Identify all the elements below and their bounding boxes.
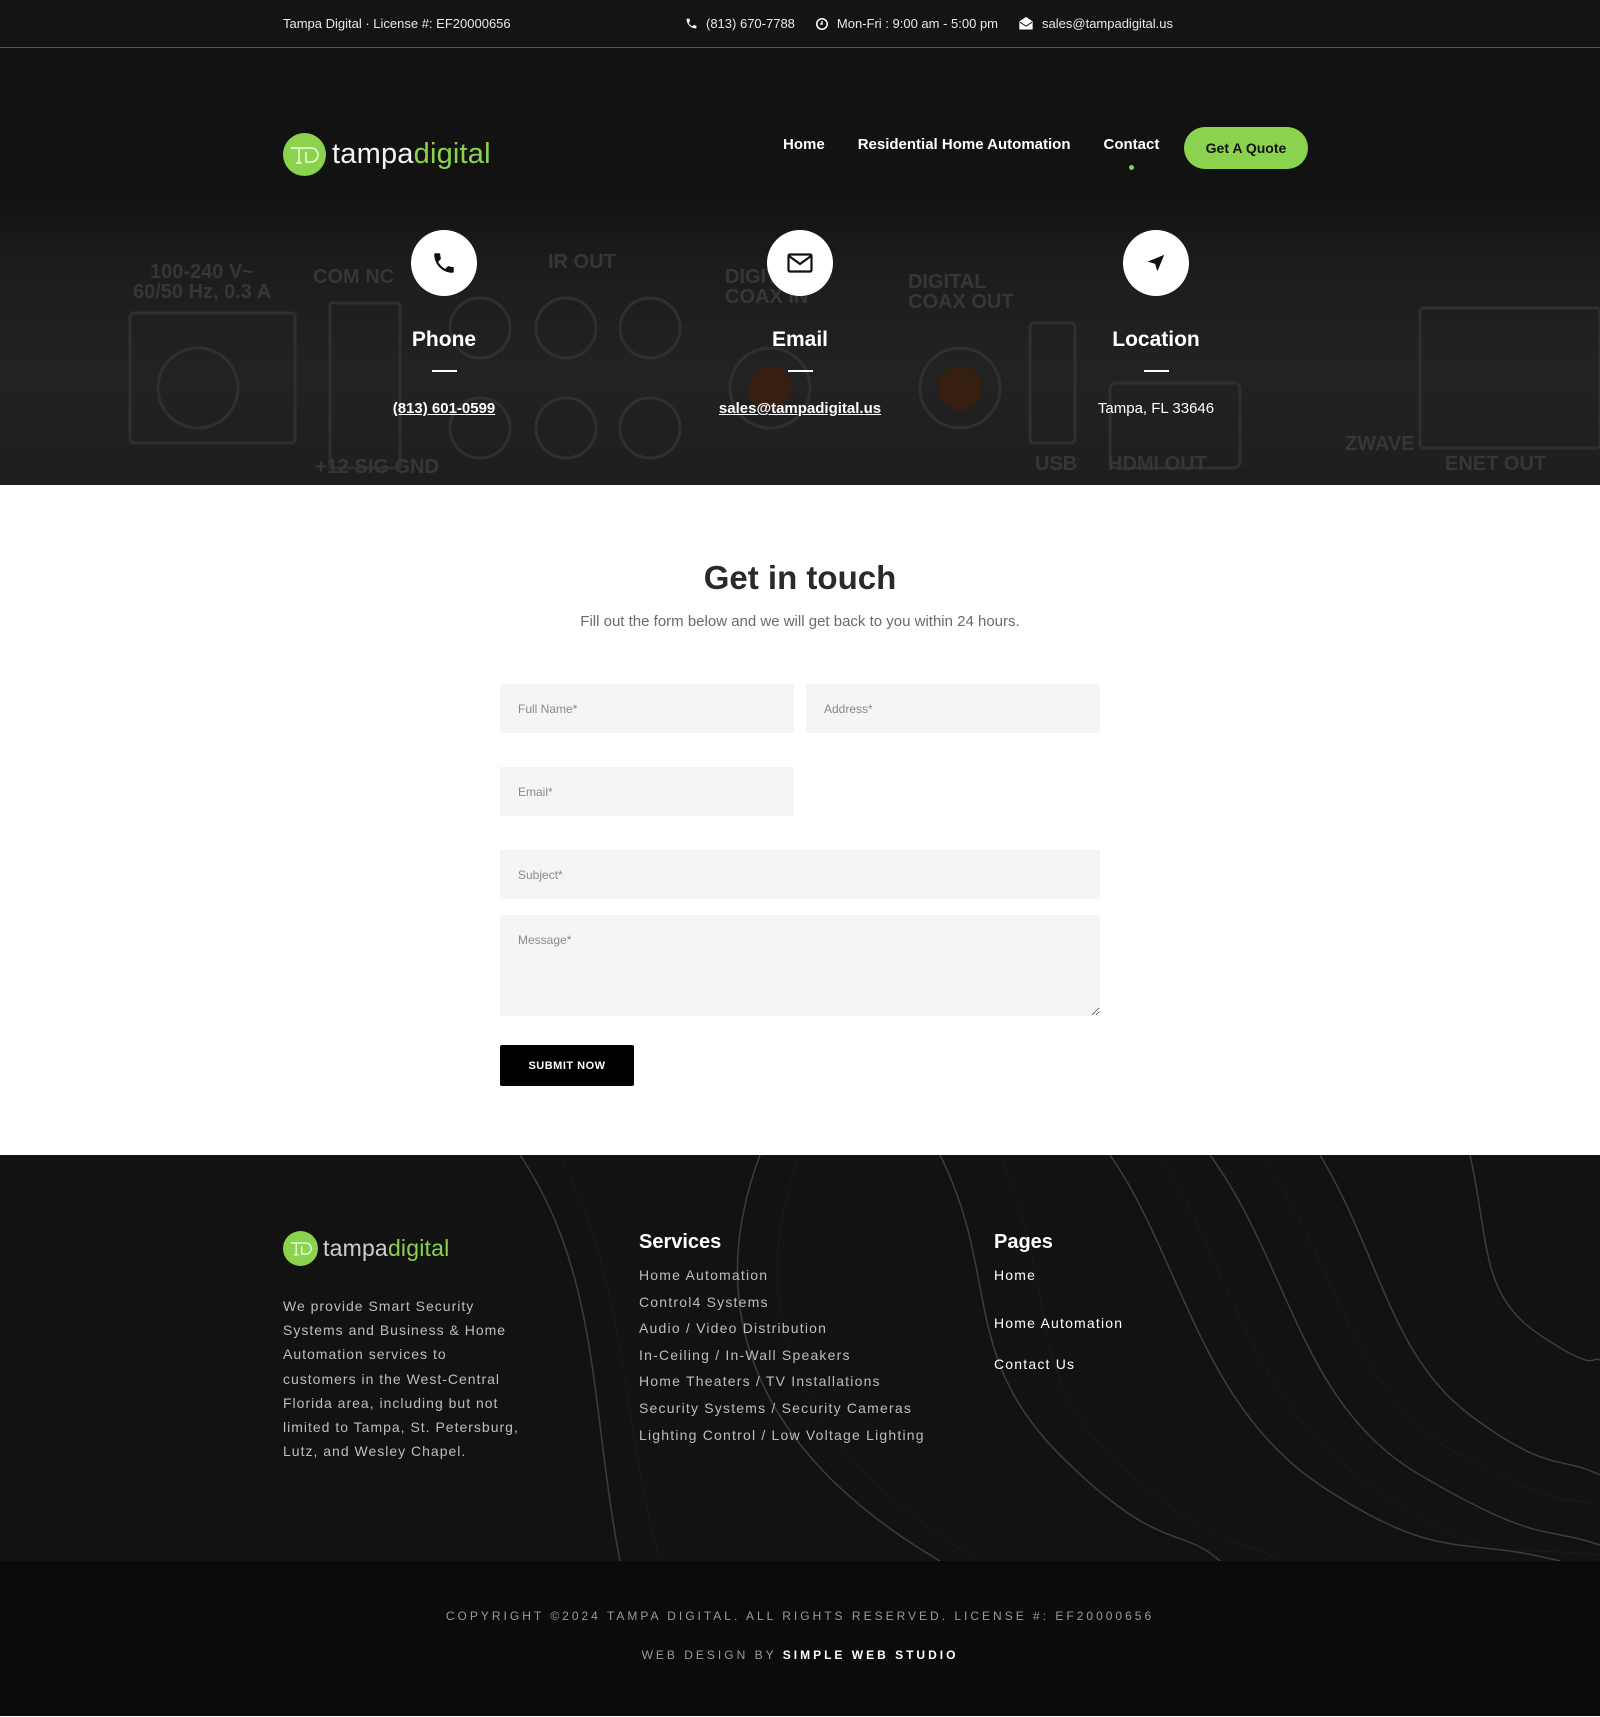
email-card: Email sales@tampadigital.us — [660, 230, 940, 417]
service-item: Home Theaters / TV Installations — [639, 1373, 881, 1390]
top-phone-text: (813) 670-7788 — [706, 16, 795, 31]
address-field[interactable] — [806, 684, 1100, 733]
footer-services-col: Services Home Automation Control4 System… — [639, 1231, 925, 1448]
email-card-icon-circle — [767, 230, 833, 296]
phone-icon — [686, 18, 697, 29]
nav-home[interactable]: Home — [783, 136, 825, 153]
phone-card-icon-circle — [411, 230, 477, 296]
footer-link-home[interactable]: Home — [994, 1262, 1123, 1288]
location-card: Location Tampa, FL 33646 — [1016, 230, 1296, 417]
footer-logo[interactable]: tampadigital — [283, 1231, 523, 1266]
email-card-title: Email — [771, 328, 829, 351]
clock-icon — [815, 17, 828, 30]
email-card-divider — [787, 370, 813, 372]
contact-info-hero: 100-240 V~ 60/50 Hz, 0.3 A COM NC IR OUT… — [0, 198, 1600, 485]
top-phone[interactable]: (813) 670-7788 — [685, 16, 795, 31]
footer-about-col: tampadigital We provide Smart Security S… — [283, 1231, 523, 1463]
site-footer: tampadigital We provide Smart Security S… — [0, 1155, 1600, 1561]
location-card-icon-circle — [1123, 230, 1189, 296]
logo-wordmark: tampadigital — [332, 138, 491, 171]
service-item: Audio / Video Distribution — [639, 1320, 828, 1337]
location-card-address: Tampa, FL 33646 — [1097, 400, 1215, 417]
top-hours: Mon-Fri : 9:00 am - 5:00 pm — [815, 16, 998, 31]
pages-heading: Pages — [994, 1231, 1053, 1253]
contact-form-section: Get in touch Fill out the form below and… — [0, 485, 1600, 1155]
main-nav: Home Residential Home Automation Contact — [783, 136, 1159, 170]
footer-logo-badge-icon — [283, 1231, 318, 1266]
service-item: Home Automation — [639, 1267, 769, 1283]
phone-card-title: Phone — [411, 328, 477, 351]
footer-logo-word-digital: digital — [387, 1235, 450, 1261]
services-heading: Services — [639, 1231, 722, 1253]
service-item: Control4 Systems — [639, 1293, 769, 1310]
footer-link-contact-us[interactable]: Contact Us — [994, 1344, 1123, 1385]
site-logo[interactable]: tampadigital — [283, 133, 491, 176]
svg-text:+12 SIG GND: +12 SIG GND — [315, 456, 439, 478]
credit-link[interactable]: SIMPLE WEB STUDIO — [783, 1648, 959, 1662]
email-card-link[interactable]: sales@tampadigital.us — [719, 400, 881, 417]
service-item: Security Systems / Security Cameras — [639, 1399, 913, 1416]
message-field[interactable] — [500, 915, 1100, 1016]
nav-residential-home-automation[interactable]: Residential Home Automation — [858, 136, 1071, 153]
email-field[interactable] — [500, 767, 794, 816]
location-card-divider — [1143, 370, 1169, 372]
footer-about-text: We provide Smart Security Systems and Bu… — [283, 1298, 519, 1460]
location-card-title: Location — [1112, 328, 1200, 351]
svg-text:USB: USB — [1035, 453, 1077, 475]
subject-field[interactable] — [500, 850, 1100, 899]
submit-button[interactable]: SUBMIT NOW — [500, 1045, 634, 1086]
service-item: In-Ceiling / In-Wall Speakers — [639, 1346, 851, 1363]
form-subtitle: Fill out the form below and we will get … — [580, 613, 1020, 630]
get-a-quote-button[interactable]: Get A Quote — [1184, 127, 1308, 169]
svg-text:60/50 Hz, 0.3 A: 60/50 Hz, 0.3 A — [133, 281, 271, 303]
license-text: Tampa Digital · License #: EF20000656 — [283, 16, 511, 31]
services-list: Home Automation Control4 Systems Audio /… — [639, 1262, 925, 1448]
bottom-bar: COPYRIGHT ©2024 TAMPA DIGITAL. ALL RIGHT… — [0, 1561, 1600, 1716]
logo-word-digital: digital — [413, 138, 491, 170]
envelope-icon — [1019, 16, 1033, 30]
credit-prefix: WEB DESIGN BY — [641, 1648, 783, 1662]
phone-icon — [434, 253, 454, 273]
footer-pages-col: Pages Home Home Automation Contact Us — [994, 1231, 1123, 1385]
location-arrow-icon — [1147, 254, 1165, 272]
full-name-field[interactable] — [500, 684, 794, 733]
svg-text:ENET OUT: ENET OUT — [1445, 453, 1546, 475]
logo-word-tampa: tampa — [332, 138, 414, 170]
top-email[interactable]: sales@tampadigital.us — [1018, 16, 1173, 31]
phone-card-link[interactable]: (813) 601-0599 — [393, 400, 496, 417]
service-item: Lighting Control / Low Voltage Lighting — [639, 1426, 925, 1443]
envelope-icon — [787, 253, 813, 273]
web-design-credit: WEB DESIGN BY SIMPLE WEB STUDIO — [0, 1648, 1600, 1662]
top-email-text: sales@tampadigital.us — [1042, 16, 1174, 31]
svg-text:100-240 V~: 100-240 V~ — [150, 261, 254, 283]
pages-list: Home Home Automation Contact Us — [994, 1262, 1123, 1385]
footer-link-home-automation[interactable]: Home Automation — [994, 1303, 1123, 1344]
svg-text:ZWAVE: ZWAVE — [1345, 433, 1415, 455]
form-title: Get in touch — [703, 559, 897, 596]
footer-logo-word-tampa: tampa — [323, 1235, 388, 1261]
footer-logo-wordmark: tampadigital — [323, 1235, 449, 1262]
svg-text:HDMI OUT: HDMI OUT — [1108, 453, 1207, 475]
top-hours-text: Mon-Fri : 9:00 am - 5:00 pm — [836, 16, 999, 31]
top-bar: Tampa Digital · License #: EF20000656 (8… — [0, 0, 1600, 48]
nav-contact[interactable]: Contact — [1104, 136, 1159, 170]
phone-card-divider — [431, 370, 457, 372]
copyright-text: COPYRIGHT ©2024 TAMPA DIGITAL. ALL RIGHT… — [445, 1609, 1155, 1623]
top-contacts: (813) 670-7788 Mon-Fri : 9:00 am - 5:00 … — [685, 0, 1173, 47]
phone-card: Phone (813) 601-0599 — [304, 230, 584, 417]
site-header: tampadigital Home Residential Home Autom… — [0, 48, 1600, 198]
logo-badge-icon — [283, 133, 326, 176]
